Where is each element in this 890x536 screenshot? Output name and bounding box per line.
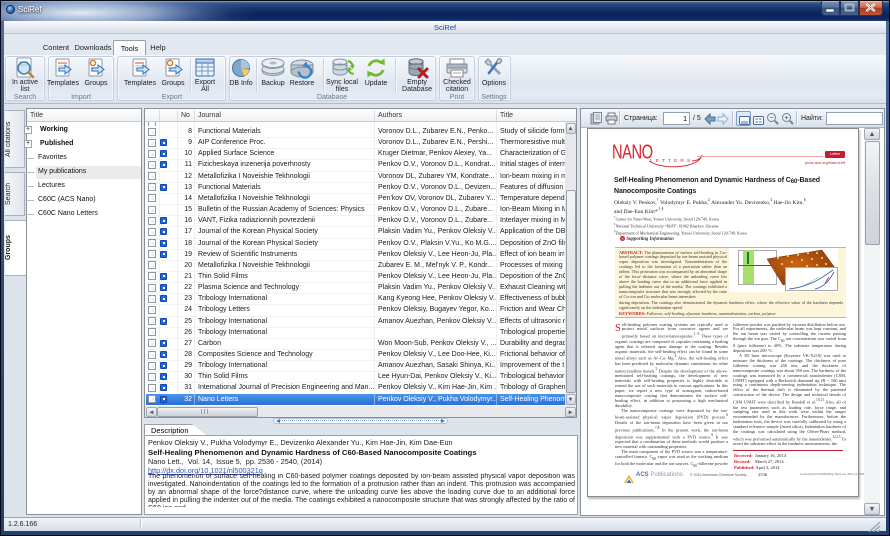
svg-text:+: + bbox=[784, 115, 788, 122]
svg-text:−: − bbox=[769, 115, 773, 122]
